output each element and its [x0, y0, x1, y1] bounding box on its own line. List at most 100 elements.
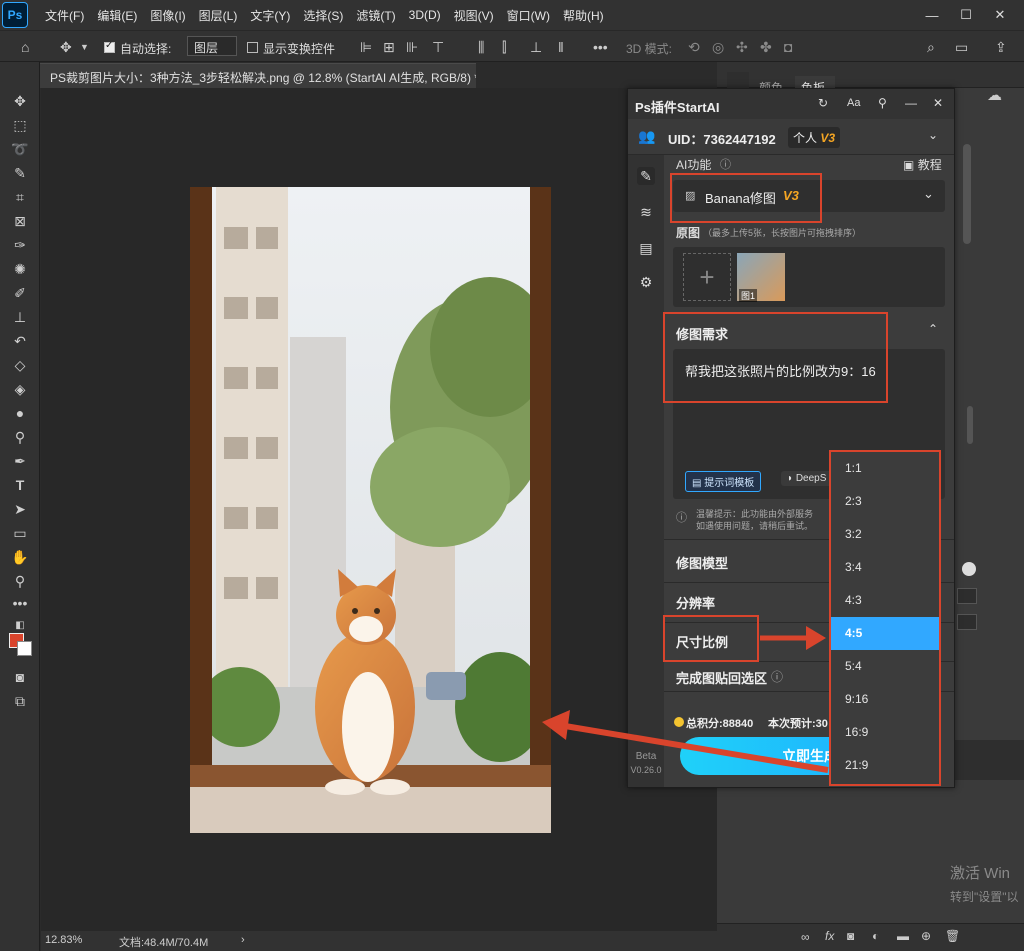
quick-select-tool-icon[interactable]: ✎: [8, 162, 32, 184]
menu-type[interactable]: 文字(Y): [250, 7, 290, 24]
workspace-icon[interactable]: ▭: [955, 39, 968, 56]
home-icon[interactable]: ⌂: [21, 39, 29, 55]
deepseek-button[interactable]: ◗ DeepS: [781, 471, 833, 486]
close-panel-icon[interactable]: ✕: [933, 96, 943, 110]
checkbox-checked-icon[interactable]: [104, 40, 115, 54]
menu-layer[interactable]: 图层(L): [199, 7, 238, 24]
more-tools-icon[interactable]: •••: [8, 592, 32, 614]
menu-help[interactable]: 帮助(H): [563, 7, 604, 24]
path-select-tool-icon[interactable]: ➤: [8, 498, 32, 520]
align-left-icon[interactable]: ⊫: [360, 39, 372, 56]
align-right-icon[interactable]: ⊪: [406, 39, 418, 56]
delete-layer-icon[interactable]: 🗑: [945, 929, 960, 943]
zoom-tool-icon[interactable]: ⚲: [8, 570, 32, 592]
model-label[interactable]: 修图模型: [676, 553, 728, 572]
add-image-button[interactable]: +: [683, 253, 731, 301]
tutorial-link[interactable]: ▣ 教程: [903, 156, 942, 173]
edit-pencil-icon[interactable]: ✎: [637, 167, 655, 185]
pen-tool-icon[interactable]: ✒: [8, 450, 32, 472]
photoshop-logo-icon[interactable]: Ps: [2, 2, 28, 28]
3d-pan-icon[interactable]: ✣: [736, 39, 748, 56]
dropdown-small[interactable]: [957, 614, 977, 630]
layers-stack-icon[interactable]: ≋: [637, 203, 655, 221]
distribute-spacing-icon[interactable]: ‖: [558, 39, 564, 55]
menu-3d[interactable]: 3D(D): [409, 8, 441, 22]
3d-roll-icon[interactable]: ◎: [712, 39, 724, 56]
auto-select-checkbox[interactable]: [104, 40, 115, 54]
document-tab[interactable]: PS裁剪图片大小：3种方法_3步轻松解决.png @ 12.8% (StartA…: [40, 63, 476, 88]
checkbox-unchecked-icon[interactable]: [247, 42, 258, 54]
distribute-bottom-icon[interactable]: ⊥: [530, 39, 542, 56]
dropdown-small[interactable]: [957, 588, 977, 604]
ratio-option[interactable]: 2:3: [831, 485, 939, 518]
resolution-label[interactable]: 分辨率: [676, 593, 715, 612]
chevron-down-icon[interactable]: ⌄: [923, 186, 934, 202]
scrollbar[interactable]: [963, 144, 971, 244]
type-tool-icon[interactable]: T: [8, 474, 32, 496]
layer-mask-icon[interactable]: ◙: [847, 929, 854, 943]
hand-tool-icon[interactable]: ✋: [8, 546, 32, 568]
document-image[interactable]: [190, 187, 551, 833]
refresh-icon[interactable]: ↻: [818, 96, 828, 110]
marquee-tool-icon[interactable]: ⬚: [8, 114, 32, 136]
blur-tool-icon[interactable]: ●: [8, 402, 32, 424]
minimize-icon[interactable]: —: [915, 0, 949, 30]
chevron-down-icon[interactable]: ▼: [80, 42, 89, 52]
align-top-icon[interactable]: ⊤: [432, 39, 444, 56]
share-icon[interactable]: ⇪: [995, 39, 1007, 56]
menu-image[interactable]: 图像(I): [150, 7, 185, 24]
scrollbar[interactable]: [967, 406, 973, 444]
menu-edit[interactable]: 编辑(E): [97, 7, 137, 24]
clone-stamp-tool-icon[interactable]: ⊥: [8, 306, 32, 328]
paste-back-label[interactable]: 完成图贴回选区: [676, 668, 767, 687]
group-folder-icon[interactable]: ▬: [897, 929, 909, 943]
ratio-option[interactable]: 9:16: [831, 683, 939, 716]
search-icon[interactable]: ⌕: [927, 39, 935, 56]
frame-tool-icon[interactable]: ⊠: [8, 210, 32, 232]
align-center-icon[interactable]: ⊞: [383, 39, 395, 56]
ratio-option[interactable]: 3:2: [831, 518, 939, 551]
eyedropper-tool-icon[interactable]: ✑: [8, 234, 32, 256]
info-icon[interactable]: ⓘ: [771, 668, 783, 685]
background-color-swatch[interactable]: [17, 641, 32, 656]
brush-tool-icon[interactable]: ✐: [8, 282, 32, 304]
menu-file[interactable]: 文件(F): [45, 7, 84, 24]
show-transform-checkbox[interactable]: [247, 40, 258, 54]
lasso-tool-icon[interactable]: ➰: [8, 138, 32, 160]
3d-orbit-icon[interactable]: ⟲: [688, 39, 700, 56]
eraser-tool-icon[interactable]: ◇: [8, 354, 32, 376]
minimize-panel-icon[interactable]: —: [905, 96, 917, 110]
more-options-icon[interactable]: •••: [593, 39, 608, 55]
move-tool-icon[interactable]: ✥: [60, 39, 72, 56]
distribute-center-icon[interactable]: ⫿: [502, 39, 506, 56]
maximize-icon[interactable]: ☐: [949, 0, 983, 30]
menu-select[interactable]: 选择(S): [303, 7, 343, 24]
new-layer-icon[interactable]: ⊕: [921, 929, 931, 943]
font-size-icon[interactable]: Aa: [847, 97, 860, 109]
ratio-option[interactable]: 21:9: [831, 749, 939, 782]
ratio-option[interactable]: 5:4: [831, 650, 939, 683]
quick-mask-icon[interactable]: ◙: [8, 666, 32, 688]
source-thumbnail[interactable]: 图1: [737, 253, 785, 302]
3d-camera-icon[interactable]: ◘: [784, 39, 792, 55]
paint-bucket-tool-icon[interactable]: ◈: [8, 378, 32, 400]
menu-filter[interactable]: 滤镜(T): [356, 7, 395, 24]
info-icon[interactable]: ⓘ: [720, 156, 731, 172]
move-tool-icon[interactable]: ✥: [8, 90, 32, 112]
pin-icon[interactable]: ⚲: [878, 96, 887, 110]
ratio-option[interactable]: 3:4: [831, 551, 939, 584]
zoom-level[interactable]: 12.83%: [45, 934, 82, 946]
fx-icon[interactable]: fx: [825, 929, 834, 943]
screen-mode-icon[interactable]: ⧉: [8, 690, 32, 712]
ratio-option[interactable]: 4:3: [831, 584, 939, 617]
3d-slide-icon[interactable]: ✤: [760, 39, 772, 56]
close-window-icon[interactable]: ✕: [983, 0, 1017, 30]
menu-window[interactable]: 窗口(W): [507, 7, 550, 24]
cloud-libraries-icon[interactable]: ☁: [987, 86, 1017, 110]
history-brush-tool-icon[interactable]: ↶: [8, 330, 32, 352]
dodge-tool-icon[interactable]: ⚲: [8, 426, 32, 448]
prompt-template-button[interactable]: ▤ 提示词模板: [685, 471, 762, 492]
crop-tool-icon[interactable]: ⌗: [8, 186, 32, 208]
notes-icon[interactable]: ▤: [637, 239, 655, 257]
ratio-option[interactable]: 16:9: [831, 716, 939, 749]
